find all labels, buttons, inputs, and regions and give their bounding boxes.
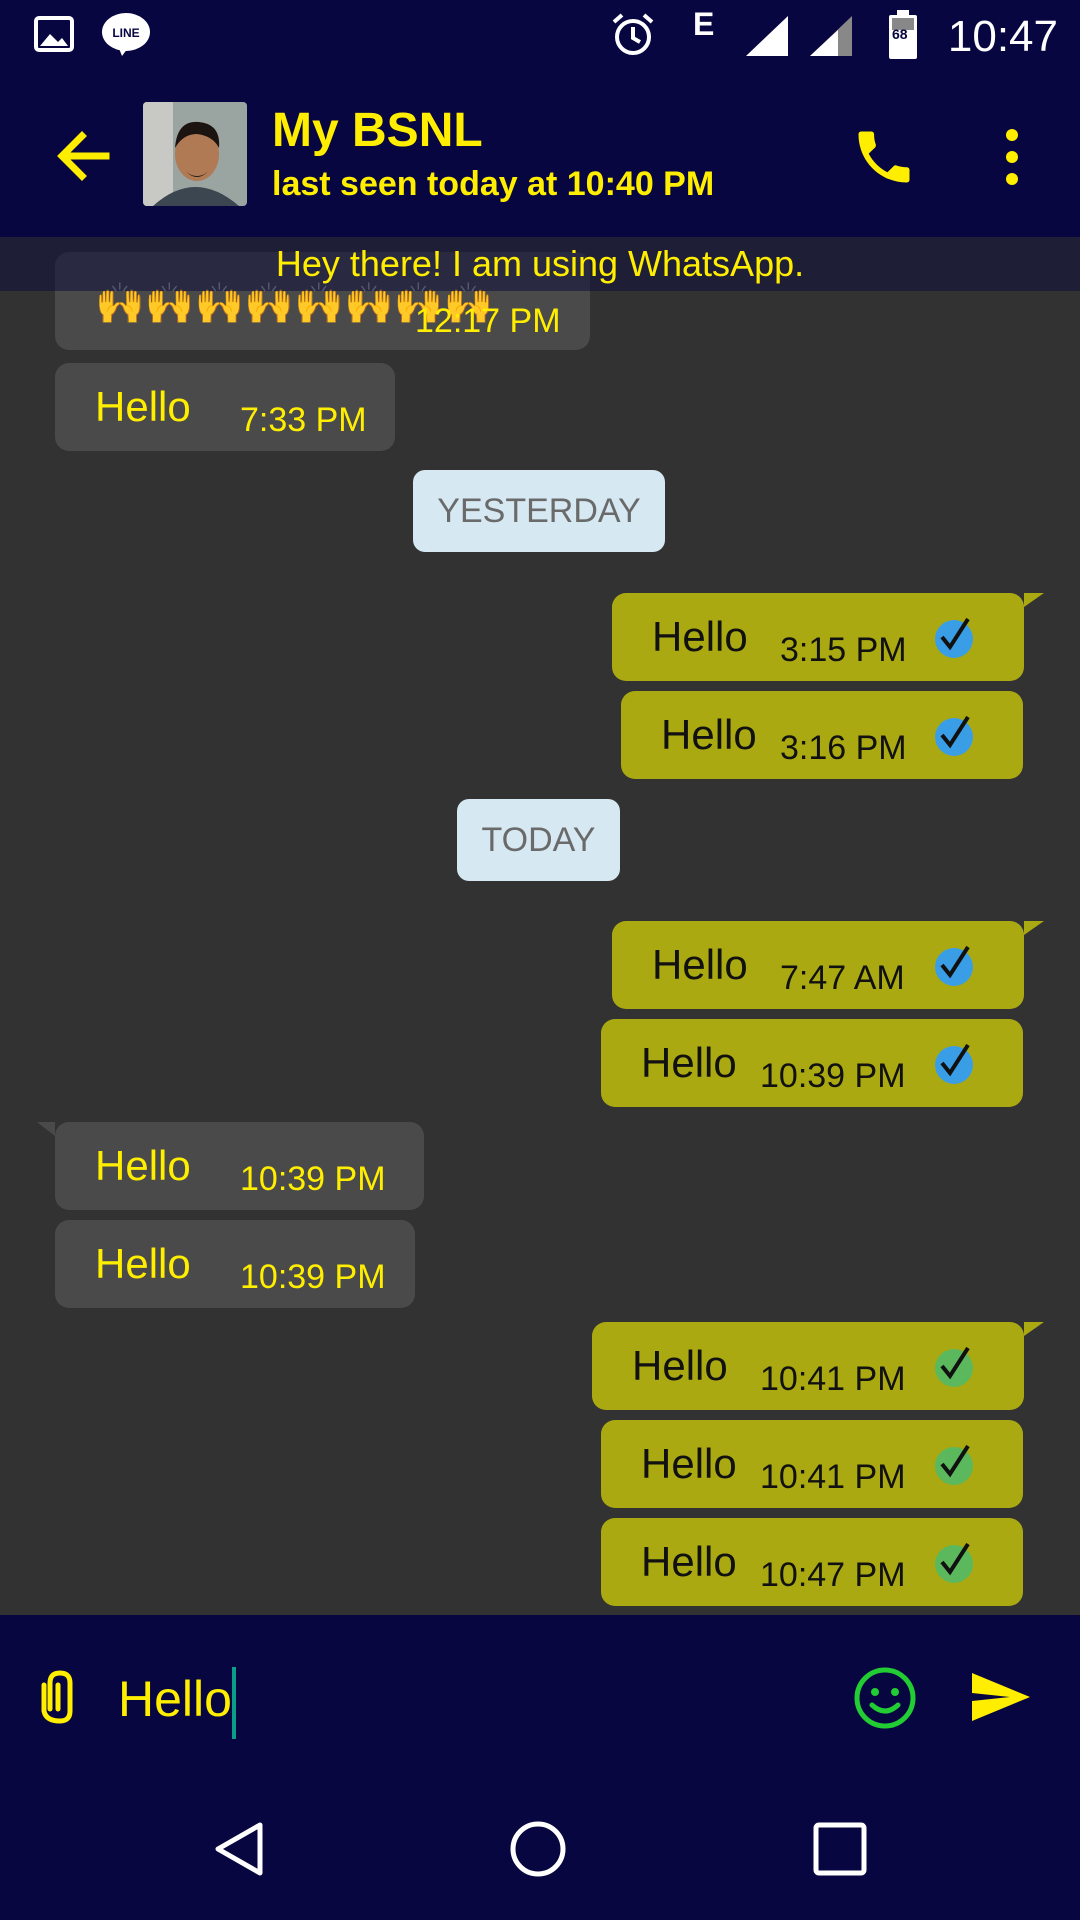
delivered-receipt-icon: [935, 1346, 973, 1387]
message-time: 3:15 PM: [780, 631, 907, 669]
date-divider: TODAY: [457, 799, 620, 881]
delivered-receipt-icon: [935, 1542, 973, 1583]
network-type-label: E: [693, 6, 715, 42]
phone-icon: [858, 131, 910, 183]
message-list[interactable]: 🙌🙌🙌🙌🙌🙌🙌🙌 12:17 PM Hello 7:33 PM YESTERDA…: [0, 237, 1080, 1615]
system-navigation-bar: [0, 1777, 1080, 1920]
message-bubble-outgoing[interactable]: Hello 10:39 PM: [601, 1019, 1023, 1107]
message-text: Hello: [661, 711, 757, 758]
battery-level-label: 68: [892, 26, 908, 42]
signal-icon: [744, 14, 790, 63]
attach-button[interactable]: [36, 1669, 86, 1725]
text-cursor: [231, 1666, 236, 1739]
recents-square-icon: [813, 1822, 867, 1876]
message-text: Hello: [652, 941, 748, 988]
back-button[interactable]: [52, 123, 118, 189]
message-text: Hello: [652, 613, 748, 660]
nav-home-button[interactable]: [508, 1819, 568, 1879]
message-text: Hello: [95, 383, 191, 430]
chat-header: My BSNL last seen today at 10:40 PM: [0, 75, 1080, 237]
message-time: 10:39 PM: [240, 1258, 386, 1296]
read-receipt-icon: [935, 617, 973, 658]
message-input-text: Hello: [118, 1671, 232, 1727]
message-time: 10:41 PM: [760, 1360, 906, 1398]
message-time: 7:33 PM: [240, 401, 367, 439]
message-text: Hello: [641, 1538, 737, 1585]
message-text: Hello: [641, 1039, 737, 1086]
date-divider: YESTERDAY: [413, 470, 665, 552]
contact-name[interactable]: My BSNL: [272, 103, 483, 158]
last-seen: last seen today at 10:40 PM: [272, 165, 715, 203]
back-triangle-icon: [215, 1822, 263, 1876]
status-time: 10:47: [947, 12, 1058, 61]
call-button[interactable]: [850, 123, 918, 191]
message-bubble-incoming[interactable]: Hello 10:39 PM: [37, 1122, 424, 1210]
read-receipt-icon: [935, 715, 973, 756]
message-input[interactable]: Hello: [118, 1659, 818, 1739]
home-circle-icon: [510, 1821, 566, 1877]
read-receipt-icon: [935, 1043, 973, 1084]
message-bubble-outgoing[interactable]: Hello 3:16 PM: [621, 691, 1023, 779]
message-text: Hello: [632, 1342, 728, 1389]
message-time: 12:17 PM: [415, 302, 561, 340]
emoji-button[interactable]: [852, 1665, 918, 1731]
message-time: 10:39 PM: [760, 1057, 906, 1095]
avatar[interactable]: [143, 102, 247, 206]
paperclip-icon: [41, 1670, 73, 1724]
message-text: Hello: [95, 1240, 191, 1287]
message-bubble-outgoing[interactable]: Hello 10:41 PM: [601, 1420, 1023, 1508]
delivered-receipt-icon: [935, 1444, 973, 1485]
message-bubble-outgoing[interactable]: Hello 10:41 PM: [592, 1322, 1044, 1410]
message-bubble-outgoing[interactable]: Hello 3:15 PM: [612, 593, 1044, 681]
send-button[interactable]: [970, 1669, 1032, 1725]
status-bar: LINE E 68 10:47: [0, 0, 1080, 75]
gallery-icon: [34, 16, 74, 57]
message-text: Hello: [95, 1142, 191, 1189]
message-bubble-outgoing[interactable]: Hello 7:47 AM: [612, 921, 1044, 1009]
svg-text:LINE: LINE: [112, 26, 139, 40]
alarm-icon: [610, 12, 656, 63]
signal-icon: [808, 14, 854, 63]
more-options-button[interactable]: [990, 123, 1034, 191]
message-time: 10:39 PM: [240, 1160, 386, 1198]
message-bubble-incoming[interactable]: Hello 7:33 PM: [55, 363, 395, 451]
message-time: 7:47 AM: [780, 959, 905, 997]
line-app-icon: LINE: [100, 12, 152, 63]
send-icon: [972, 1673, 1030, 1721]
message-time: 10:41 PM: [760, 1458, 906, 1496]
message-composer: Hello: [0, 1615, 1080, 1777]
nav-recents-button[interactable]: [810, 1819, 870, 1879]
emoji-icon: [854, 1667, 916, 1729]
more-vert-icon: [1006, 129, 1018, 185]
message-time: 3:16 PM: [780, 729, 907, 767]
back-arrow-icon: [57, 131, 110, 181]
read-receipt-icon: [935, 945, 973, 986]
message-text: Hello: [641, 1440, 737, 1487]
message-bubble-outgoing[interactable]: Hello 10:47 PM: [601, 1518, 1023, 1606]
nav-back-button[interactable]: [210, 1819, 270, 1879]
message-bubble-incoming[interactable]: Hello 10:39 PM: [55, 1220, 415, 1308]
contact-status-message: Hey there! I am using WhatsApp.: [0, 237, 1080, 291]
message-time: 10:47 PM: [760, 1556, 906, 1594]
